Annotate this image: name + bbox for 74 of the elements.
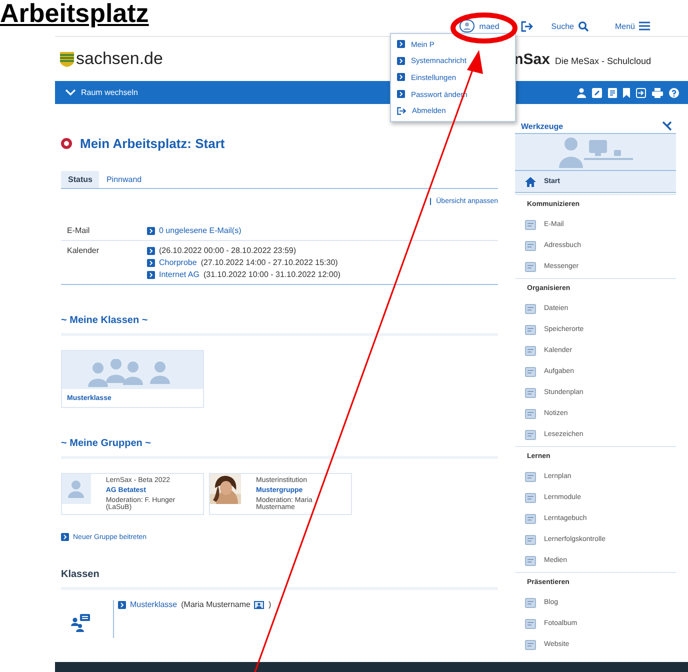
arrow-box-icon bbox=[397, 90, 405, 98]
row-label: Kalender bbox=[67, 246, 100, 257]
entry-link[interactable]: 0 ungelesene E-Mail(s) bbox=[159, 226, 242, 235]
room-switch-button[interactable]: Raum wechseln bbox=[63, 86, 140, 99]
tool-icon bbox=[525, 366, 536, 376]
menu-icon[interactable] bbox=[639, 21, 650, 31]
chevron-down-icon bbox=[65, 89, 76, 96]
home-icon bbox=[525, 176, 536, 186]
search-icon[interactable] bbox=[578, 20, 589, 32]
entry-detail: (31.10.2022 10:00 - 31.10.2022 12:00) bbox=[203, 270, 340, 279]
section-heading: Klassen bbox=[61, 569, 498, 590]
page-title: Mein Arbeitsplatz: Start bbox=[80, 136, 225, 151]
entry-detail: (27.10.2022 14:00 - 27.10.2022 15:30) bbox=[200, 258, 338, 267]
tool-icon bbox=[525, 492, 536, 502]
teacher-name: (Maria Mustername bbox=[181, 600, 250, 609]
tool-icon bbox=[525, 556, 536, 566]
tagline: Die MeSax - Schulcloud bbox=[554, 56, 651, 66]
tool-icon bbox=[525, 534, 536, 544]
arrow-box-icon bbox=[147, 270, 155, 278]
site-logo[interactable]: sachsen.de bbox=[76, 49, 163, 69]
tool-icon bbox=[525, 304, 536, 314]
login-icon[interactable] bbox=[636, 88, 646, 98]
entry-link[interactable]: Chorprobe bbox=[159, 258, 197, 267]
closing-parenthesis: ) bbox=[268, 600, 272, 609]
coat-of-arms-icon bbox=[60, 52, 74, 66]
entry-detail: (26.10.2022 00:00 - 28.10.2022 23:59) bbox=[159, 246, 296, 255]
arrow-box-icon bbox=[397, 73, 405, 82]
row-label: E-Mail bbox=[67, 226, 91, 235]
tool-icon bbox=[525, 240, 536, 250]
tool-icon bbox=[525, 262, 536, 272]
username[interactable]: maed bbox=[479, 22, 500, 30]
tool-icon bbox=[525, 324, 536, 334]
menu-link[interactable]: Menü bbox=[614, 22, 635, 30]
tool-icon bbox=[525, 388, 536, 398]
tool-icon bbox=[525, 514, 536, 524]
avatar-icon bbox=[68, 480, 84, 498]
status-dot-icon bbox=[61, 138, 72, 149]
logout-icon bbox=[397, 106, 406, 115]
print-icon[interactable] bbox=[652, 88, 663, 98]
person-icon[interactable] bbox=[577, 88, 586, 98]
tab[interactable]: Status bbox=[61, 171, 100, 188]
search-link[interactable]: Suche bbox=[551, 22, 574, 30]
arrow-box-icon bbox=[147, 258, 155, 266]
tool-icon bbox=[525, 408, 536, 418]
document-heading: Arbeitsplatz bbox=[0, 0, 149, 30]
sidebar-title: Werkzeuge bbox=[521, 122, 564, 130]
annotation-ellipse bbox=[450, 12, 518, 44]
note-icon[interactable] bbox=[608, 88, 617, 98]
class-chat-icon bbox=[71, 614, 91, 632]
arrow-box-icon bbox=[147, 226, 155, 234]
tool-icon bbox=[525, 346, 536, 356]
tool-icon bbox=[525, 618, 536, 628]
arrow-box-icon bbox=[397, 40, 405, 48]
tool-icon bbox=[525, 598, 536, 608]
arrow-box-icon bbox=[397, 56, 405, 65]
arrow-box-icon bbox=[147, 246, 155, 254]
tool-icon bbox=[525, 640, 536, 650]
contact-card-icon[interactable] bbox=[254, 600, 264, 608]
tool-icon bbox=[525, 220, 536, 230]
logout-icon[interactable] bbox=[521, 20, 534, 32]
edit-icon[interactable] bbox=[592, 88, 602, 98]
tool-icon bbox=[525, 472, 536, 482]
user-icon[interactable] bbox=[459, 19, 476, 33]
tab[interactable]: Pinnwand bbox=[99, 171, 149, 188]
help-icon[interactable] bbox=[669, 88, 679, 98]
arrow-box-icon bbox=[61, 533, 69, 541]
bookmark-icon[interactable] bbox=[623, 88, 630, 98]
section-heading: ~ Meine Klassen ~ bbox=[61, 315, 498, 336]
pin-icon[interactable] bbox=[662, 121, 672, 131]
class-link[interactable]: Musterklasse bbox=[130, 600, 178, 609]
arrow-box-icon bbox=[118, 600, 126, 608]
tool-icon bbox=[525, 430, 536, 440]
section-heading: ~ Meine Gruppen ~ bbox=[61, 438, 498, 459]
entry-link[interactable]: Internet AG bbox=[159, 270, 200, 279]
